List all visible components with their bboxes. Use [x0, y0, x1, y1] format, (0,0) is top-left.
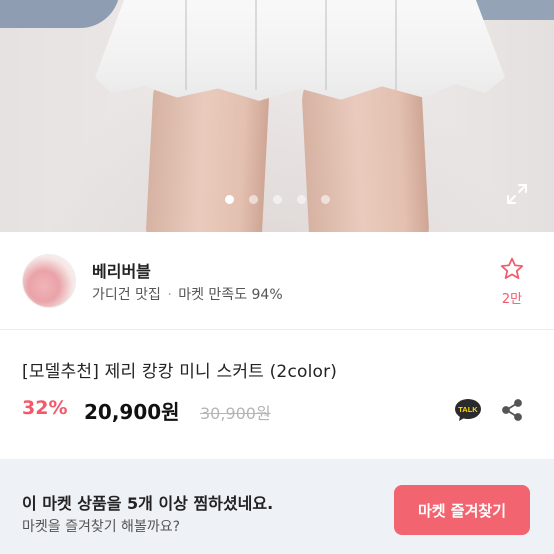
shop-satisfaction: 마켓 만족도 94%	[178, 287, 283, 303]
banner-submessage: 마켓을 즐겨찾기 해볼까요?	[22, 519, 181, 535]
favorite-market-button[interactable]: 마켓 즐겨찾기	[394, 485, 530, 535]
original-price: 30,900원	[200, 404, 271, 423]
pagination-dot[interactable]	[320, 195, 330, 204]
product-image-gallery[interactable]	[0, 0, 554, 232]
skirt-fold	[325, 0, 327, 90]
shop-meta: 가디건 맛집 · 마켓 만족도 94%	[92, 284, 283, 304]
discount-rate: 32%	[22, 397, 68, 419]
favorite-shop-button[interactable]: 2만	[494, 256, 530, 307]
favorite-market-banner: 이 마켓 상품을 5개 이상 찜하셨네요. 마켓을 즐겨찾기 해볼까요? 마켓 …	[0, 459, 554, 554]
gallery-pagination	[0, 195, 554, 204]
star-outline-icon	[500, 257, 524, 279]
shop-name[interactable]: 베리버블	[92, 258, 151, 282]
shop-avatar[interactable]	[22, 254, 76, 308]
skirt-fold	[395, 0, 397, 90]
skirt-image	[95, 0, 505, 101]
pagination-dot[interactable]	[248, 195, 258, 204]
product-title: [모델추천] 제리 캉캉 미니 스커트 (2color)	[22, 362, 338, 382]
share-icon[interactable]	[500, 398, 524, 422]
banner-message: 이 마켓 상품을 5개 이상 찜하셨네요.	[22, 494, 274, 513]
pagination-dot[interactable]	[296, 195, 306, 204]
pagination-dot[interactable]	[224, 195, 234, 204]
skirt-fold	[255, 0, 257, 90]
kakaotalk-icon[interactable]: TALK	[454, 398, 482, 422]
shop-info-row[interactable]: 베리버블 가디건 맛집 · 마켓 만족도 94% 2만	[0, 232, 554, 330]
skirt-fold	[185, 0, 187, 90]
favorite-count: 2만	[501, 292, 523, 307]
sale-price: 20,900원	[84, 400, 180, 424]
product-detail-page: 베리버블 가디건 맛집 · 마켓 만족도 94% 2만 [모델추천] 제리 캉캉…	[0, 0, 554, 554]
product-info: [모델추천] 제리 캉캉 미니 스커트 (2color) 32% 20,900원…	[0, 331, 554, 459]
pagination-dot[interactable]	[272, 195, 282, 204]
meta-separator: ·	[167, 287, 172, 303]
shop-category: 가디건 맛집	[92, 287, 161, 303]
talk-label: TALK	[458, 405, 478, 414]
expand-icon[interactable]	[505, 182, 529, 206]
